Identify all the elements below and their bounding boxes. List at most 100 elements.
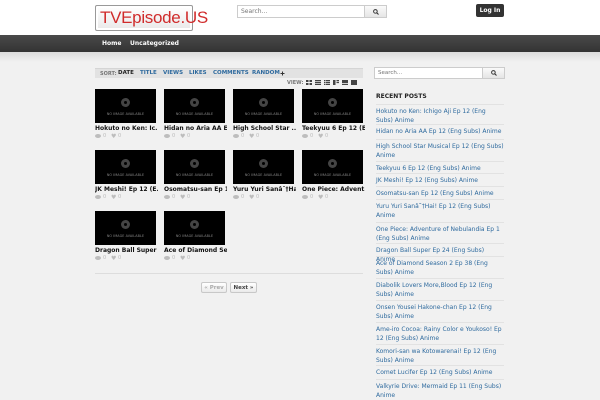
recent-post[interactable]: Comet Lucifer Ep 12 (Eng Subs) Anime (376, 365, 504, 377)
recent-post[interactable]: One Piece: Adventure of Nebulandia Ep 1 … (376, 222, 504, 243)
video-title[interactable]: Hidan no Aria AA E... (164, 125, 227, 132)
recent-post-link[interactable]: High School Star Musical Ep 12 (Eng Subs… (376, 142, 504, 160)
sort-title[interactable]: TITLE (140, 70, 157, 76)
list-view-icon[interactable] (315, 80, 321, 85)
nav-item-home[interactable]: Home (102, 35, 121, 52)
sort-random[interactable]: RANDOM (252, 70, 280, 76)
view-count: 0 (310, 194, 314, 200)
recent-post[interactable]: Onsen Yousei Hakone-chan Ep 12 (Eng Subs… (376, 300, 504, 321)
video-thumbnail[interactable]: NO IMAGE AVAILABLE (95, 211, 156, 245)
header-search-button[interactable] (364, 6, 386, 17)
recent-post[interactable]: High School Star Musical Ep 12 (Eng Subs… (376, 139, 504, 160)
camera-icon (190, 220, 199, 229)
video-stats: 0 ♥ 0 (95, 133, 135, 140)
views-icon (164, 256, 170, 260)
recent-post-link[interactable]: Yuru Yuri Sanâ˜†Hai! Ep 12 (Eng Subs) An… (376, 202, 504, 220)
search-icon (372, 8, 379, 15)
player-view-icon[interactable] (351, 80, 357, 85)
recent-post[interactable]: JK Meshi! Ep 12 (Eng Subs) Anime (376, 173, 504, 185)
video-thumbnail[interactable]: NO IMAGE AVAILABLE (95, 89, 156, 123)
recent-post-link[interactable]: Osomatsu-san Ep 12 (Eng Subs) Anime (376, 189, 504, 198)
recent-post[interactable]: Teekyuu 6 Ep 12 (Eng Subs) Anime (376, 161, 504, 173)
recent-post-link[interactable]: Diabolik Lovers More,Blood Ep 12 (Eng Su… (376, 281, 504, 299)
header-search-input[interactable] (238, 6, 364, 17)
video-title[interactable]: JK Meshi! Ep 12 (E... (95, 186, 158, 193)
sort-date[interactable]: DATE (118, 70, 134, 76)
video-title[interactable]: Yuru Yuri Sanâ˜†Hai!... (233, 186, 296, 193)
recent-post[interactable]: Yuru Yuri Sanâ˜†Hai! Ep 12 (Eng Subs) An… (376, 199, 504, 220)
recent-post-link[interactable]: Ame-iro Cocoa: Rainy Color e Youkoso! Ep… (376, 325, 504, 343)
view-count: 0 (103, 194, 107, 200)
recent-post-link[interactable]: Ace of Diamond Season 2 Ep 38 (Eng Subs)… (376, 259, 504, 277)
recent-post-link[interactable]: Komori-san wa Kotowarenai! Ep 12 (Eng Su… (376, 347, 504, 365)
sort-views[interactable]: VIEWS (163, 70, 183, 76)
view-count: 0 (310, 133, 314, 139)
recent-post-link[interactable]: JK Meshi! Ep 12 (Eng Subs) Anime (376, 176, 504, 185)
recent-post-link[interactable]: Comet Lucifer Ep 12 (Eng Subs) Anime (376, 368, 504, 377)
video-thumbnail[interactable]: NO IMAGE AVAILABLE (164, 211, 225, 245)
recent-post-link[interactable]: Teekyuu 6 Ep 12 (Eng Subs) Anime (376, 164, 504, 173)
nav-item-uncategorized[interactable]: Uncategorized (130, 35, 179, 52)
recent-post-link[interactable]: Hokuto no Ken: Ichigo Aji Ep 12 (Eng Sub… (376, 107, 504, 125)
view-count: 0 (172, 255, 176, 261)
camera-icon (121, 220, 130, 229)
site-header: TVEpisode.US Log In (0, 0, 600, 35)
sidebar-search-button[interactable] (482, 68, 504, 78)
video-thumbnail[interactable]: NO IMAGE AVAILABLE (164, 89, 225, 123)
video-title[interactable]: Teekyuu 6 Ep 12 (E... (302, 125, 365, 132)
video-thumbnail[interactable]: NO IMAGE AVAILABLE (233, 150, 294, 184)
heart-icon: ♥ (180, 133, 186, 140)
recent-post-link[interactable]: Onsen Yousei Hakone-chan Ep 12 (Eng Subs… (376, 303, 504, 321)
video-thumbnail[interactable]: NO IMAGE AVAILABLE (164, 150, 225, 184)
recent-post[interactable]: Ame-iro Cocoa: Rainy Color e Youkoso! Ep… (376, 322, 504, 343)
video-stats: 0 ♥ 0 (164, 133, 204, 140)
video-stats: 0 ♥ 0 (95, 255, 135, 262)
shuffle-icon[interactable] (280, 71, 285, 76)
video-thumbnail[interactable]: NO IMAGE AVAILABLE (95, 150, 156, 184)
camera-icon (259, 98, 268, 107)
sidebar-search-input[interactable] (375, 68, 483, 78)
recent-post-link[interactable]: Valkyrie Drive: Mermaid Ep 11 (Eng Subs)… (376, 382, 504, 400)
sort-likes[interactable]: LIKES (189, 70, 207, 76)
prev-page-button[interactable]: « Prev (201, 282, 227, 293)
video-title[interactable]: Hokuto no Ken: Ic... (95, 125, 158, 132)
recent-post[interactable]: Ace of Diamond Season 2 Ep 38 (Eng Subs)… (376, 256, 504, 277)
no-image-label: NO IMAGE AVAILABLE (244, 173, 283, 177)
no-image-label: NO IMAGE AVAILABLE (175, 112, 214, 116)
detail-view-icon[interactable] (333, 80, 339, 85)
video-stats: 0 ♥ 0 (233, 133, 273, 140)
heart-icon: ♥ (111, 133, 117, 140)
recent-post-link[interactable]: One Piece: Adventure of Nebulandia Ep 1 … (376, 225, 504, 243)
video-title[interactable]: High School Star ... (233, 125, 296, 132)
view-count: 0 (241, 194, 245, 200)
video-thumbnail[interactable]: NO IMAGE AVAILABLE (302, 89, 363, 123)
recent-post[interactable]: Diabolik Lovers More,Blood Ep 12 (Eng Su… (376, 278, 504, 299)
grid-view-icon[interactable] (306, 80, 312, 85)
compact-list-icon[interactable] (324, 80, 330, 85)
recent-post[interactable]: Hokuto no Ken: Ichigo Aji Ep 12 (Eng Sub… (376, 104, 504, 125)
heart-icon: ♥ (111, 194, 117, 201)
main-nav: Home Uncategorized (0, 35, 600, 52)
next-page-button[interactable]: Next » (230, 282, 257, 293)
login-button[interactable]: Log In (476, 4, 504, 17)
video-title[interactable]: Osomatsu-san Ep 12... (164, 186, 227, 193)
video-stats: 0 ♥ 0 (302, 194, 342, 201)
recent-post[interactable]: Komori-san wa Kotowarenai! Ep 12 (Eng Su… (376, 344, 504, 365)
video-title[interactable]: Ace of Diamond Se... (164, 247, 227, 254)
video-stats: 0 ♥ 0 (95, 194, 135, 201)
video-title[interactable]: Dragon Ball Super ... (95, 247, 158, 254)
camera-icon (121, 159, 130, 168)
site-logo[interactable]: TVEpisode.US (95, 5, 208, 31)
video-title[interactable]: One Piece: Advent... (302, 186, 365, 193)
sort-comments[interactable]: COMMENTS (213, 70, 249, 76)
views-icon (95, 134, 101, 138)
recent-post-link[interactable]: Hidan no Aria AA Ep 12 (Eng Subs) Anime (376, 127, 504, 136)
video-thumbnail[interactable]: NO IMAGE AVAILABLE (302, 150, 363, 184)
recent-post[interactable]: Osomatsu-san Ep 12 (Eng Subs) Anime (376, 186, 504, 198)
video-thumbnail[interactable]: NO IMAGE AVAILABLE (233, 89, 294, 123)
views-icon (164, 195, 170, 199)
recent-post[interactable]: Hidan no Aria AA Ep 12 (Eng Subs) Anime (376, 124, 504, 136)
recent-post[interactable]: Valkyrie Drive: Mermaid Ep 11 (Eng Subs)… (376, 379, 504, 400)
views-icon (95, 195, 101, 199)
large-view-icon[interactable] (342, 80, 348, 85)
